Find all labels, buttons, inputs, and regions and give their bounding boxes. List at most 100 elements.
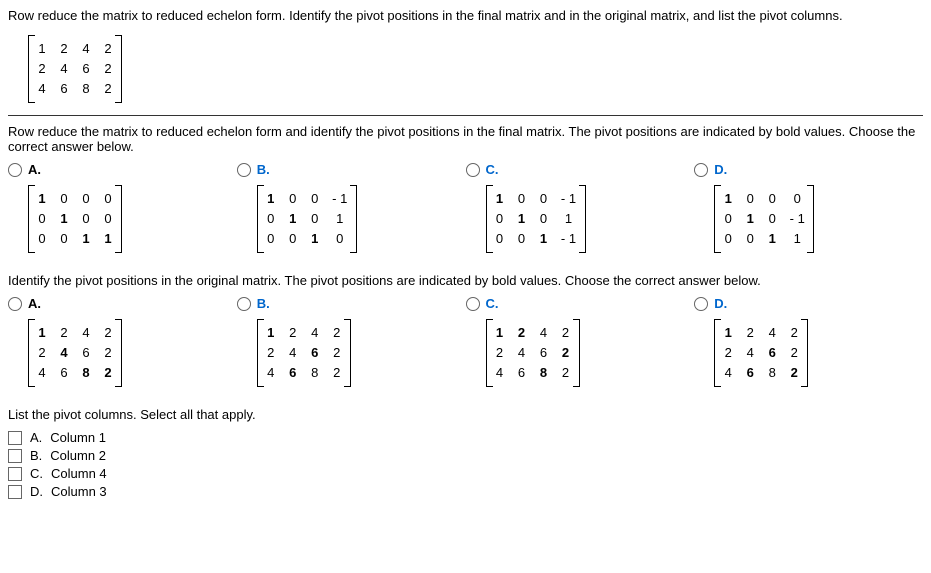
- matrix-cell: 1: [722, 323, 734, 343]
- option-matrix: 1 2 4 2 2 4 6 2 4 6 8 2: [257, 319, 351, 387]
- matrix-cell: 2: [102, 79, 114, 99]
- matrix-cell: 0: [494, 209, 506, 229]
- matrix-cell: 1: [80, 229, 92, 249]
- matrix-cell: 2: [722, 343, 734, 363]
- option-2-d: D. 1 2 4 2 2 4 6 2 4 6 8 2: [694, 296, 923, 391]
- matrix-cell: 6: [80, 343, 92, 363]
- option-2-b: B. 1 2 4 2 2 4 6 2 4 6 8 2: [237, 296, 466, 391]
- matrix-cell: 2: [516, 323, 528, 343]
- matrix-cell: 4: [538, 323, 550, 343]
- option-1-d: D. 1 0 0 0 0 1 0 - 1 0 0 1 1: [694, 162, 923, 257]
- question-2-text: Row reduce the matrix to reduced echelon…: [8, 124, 923, 154]
- options-row-2: A. 1 2 4 2 2 4 6 2 4 6 8 2: [8, 296, 923, 391]
- matrix-cell: 6: [516, 363, 528, 383]
- matrix-cell: 1: [722, 189, 734, 209]
- matrix-cell: 2: [331, 363, 343, 383]
- question-4-text: List the pivot columns. Select all that …: [8, 407, 923, 422]
- matrix-cell: 8: [80, 79, 92, 99]
- matrix-cell: - 1: [560, 229, 578, 249]
- radio-button[interactable]: [694, 163, 708, 177]
- matrix-cell: 1: [309, 229, 321, 249]
- matrix-cell: 1: [516, 209, 528, 229]
- matrix-cell: 2: [331, 343, 343, 363]
- option-label: D.: [714, 162, 727, 177]
- option-label: C.: [486, 162, 499, 177]
- option-matrix: 1 0 0 0 0 1 0 0 0 0 1 1: [28, 185, 122, 253]
- matrix-cell: 1: [265, 189, 277, 209]
- matrix-cell: 2: [788, 323, 800, 343]
- checkbox-label: Column 4: [51, 466, 107, 481]
- radio-button[interactable]: [466, 297, 480, 311]
- matrix-cell: 6: [80, 59, 92, 79]
- matrix-cell: - 1: [560, 189, 578, 209]
- matrix-cell: 0: [309, 209, 321, 229]
- matrix-cell: - 1: [788, 209, 806, 229]
- matrix-cell: 2: [287, 323, 299, 343]
- option-matrix: 1 0 0 0 0 1 0 - 1 0 0 1 1: [714, 185, 814, 253]
- option-matrix: 1 2 4 2 2 4 6 2 4 6 8 2: [714, 319, 808, 387]
- matrix-cell: 0: [766, 189, 778, 209]
- option-label: B.: [257, 162, 270, 177]
- radio-button[interactable]: [694, 297, 708, 311]
- radio-button[interactable]: [8, 163, 22, 177]
- radio-button[interactable]: [466, 163, 480, 177]
- matrix-cell: 0: [309, 189, 321, 209]
- checkbox-item-c: C. Column 4: [8, 466, 923, 481]
- matrix-cell: 0: [744, 229, 756, 249]
- option-1-c: C. 1 0 0 - 1 0 1 0 1 0 0 1 - 1: [466, 162, 695, 257]
- matrix-cell: 1: [36, 189, 48, 209]
- matrix-cell: 1: [265, 323, 277, 343]
- checkbox-list: A. Column 1 B. Column 2 C. Column 4 D. C…: [8, 430, 923, 499]
- checkbox[interactable]: [8, 431, 22, 445]
- matrix-cell: 2: [36, 343, 48, 363]
- checkbox[interactable]: [8, 467, 22, 481]
- matrix-cell: 6: [58, 79, 70, 99]
- matrix-cell: 4: [287, 343, 299, 363]
- matrix-cell: 2: [102, 59, 114, 79]
- option-label: A.: [28, 296, 41, 311]
- matrix-cell: 4: [766, 323, 778, 343]
- matrix-cell: 2: [560, 343, 572, 363]
- matrix-cell: 6: [58, 363, 70, 383]
- matrix-cell: 0: [58, 189, 70, 209]
- checkbox-label: Column 3: [51, 484, 107, 499]
- matrix-cell: 4: [309, 323, 321, 343]
- matrix-cell: 0: [722, 229, 734, 249]
- checkbox-prefix: B.: [30, 448, 42, 463]
- matrix-cell: 2: [58, 39, 70, 59]
- matrix-cell: 8: [309, 363, 321, 383]
- main-matrix: 1 2 4 2 2 4 6 2 4 6 8 2: [28, 35, 122, 103]
- option-matrix: 1 0 0 - 1 0 1 0 1 0 0 1 0: [257, 185, 357, 253]
- checkbox-label: Column 1: [50, 430, 106, 445]
- radio-button[interactable]: [237, 163, 251, 177]
- matrix-cell: 0: [287, 189, 299, 209]
- radio-button[interactable]: [237, 297, 251, 311]
- option-label: A.: [28, 162, 41, 177]
- checkbox-prefix: C.: [30, 466, 43, 481]
- matrix-cell: 2: [58, 323, 70, 343]
- matrix-cell: 6: [309, 343, 321, 363]
- option-label: C.: [486, 296, 499, 311]
- matrix-cell: 0: [102, 209, 114, 229]
- checkbox-item-d: D. Column 3: [8, 484, 923, 499]
- matrix-cell: 2: [560, 323, 572, 343]
- checkbox[interactable]: [8, 485, 22, 499]
- matrix-cell: 0: [538, 189, 550, 209]
- matrix-cell: 6: [766, 343, 778, 363]
- option-label: D.: [714, 296, 727, 311]
- matrix-cell: 1: [766, 229, 778, 249]
- checkbox[interactable]: [8, 449, 22, 463]
- option-2-c: C. 1 2 4 2 2 4 6 2 4 6 8 2: [466, 296, 695, 391]
- matrix-cell: 1: [538, 229, 550, 249]
- question-3-text: Identify the pivot positions in the orig…: [8, 273, 923, 288]
- matrix-cell: 0: [36, 229, 48, 249]
- matrix-cell: 0: [102, 189, 114, 209]
- radio-button[interactable]: [8, 297, 22, 311]
- matrix-cell: 0: [722, 209, 734, 229]
- matrix-cell: 0: [788, 189, 806, 209]
- matrix-cell: 0: [516, 229, 528, 249]
- option-1-b: B. 1 0 0 - 1 0 1 0 1 0 0 1 0: [237, 162, 466, 257]
- matrix-cell: 0: [80, 209, 92, 229]
- matrix-cell: 0: [265, 229, 277, 249]
- checkbox-label: Column 2: [50, 448, 106, 463]
